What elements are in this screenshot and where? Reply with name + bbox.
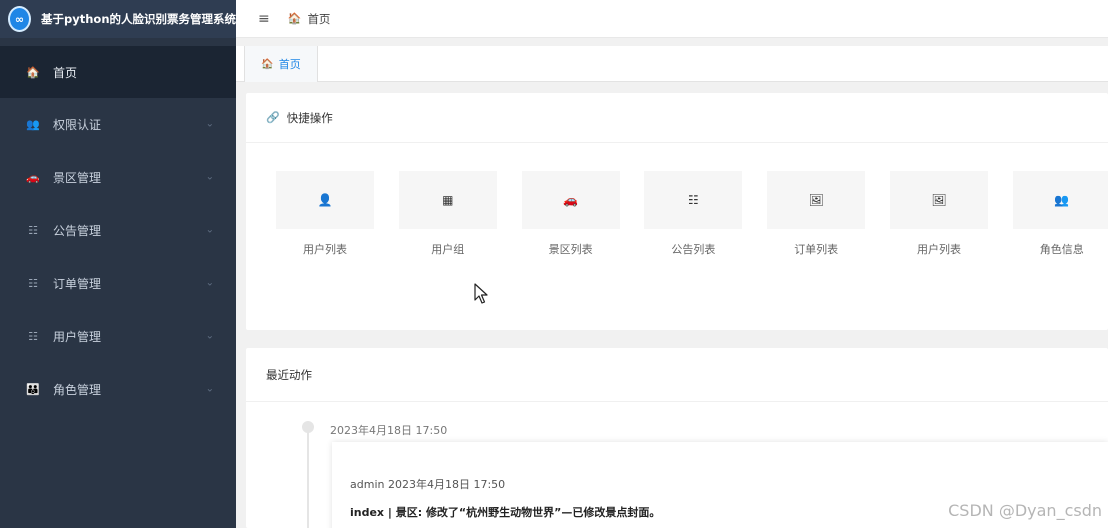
sidebar-item-auth[interactable]: 👥 权限认证 ⌄ xyxy=(0,98,236,151)
quick-action-role-info[interactable]: 👥 角色信息 xyxy=(1012,171,1108,257)
sidebar-item-label: 景区管理 xyxy=(53,171,102,185)
card-header: 🔗 快捷操作 xyxy=(246,93,1108,143)
quick-action-user-group[interactable]: ▦ 用户组 xyxy=(398,171,497,257)
table-icon: ▦ xyxy=(398,171,497,229)
sidebar-item-users[interactable]: ☷ 用户管理 ⌄ xyxy=(0,310,236,363)
sidebar-item-roles[interactable]: 👪 角色管理 ⌄ xyxy=(0,363,236,416)
list-icon: ☷ xyxy=(28,330,38,343)
quick-action-label: 用户组 xyxy=(431,243,465,256)
sidebar-item-label: 订单管理 xyxy=(53,277,102,291)
sidebar: ∞ 基于python的人脸识别票务管理系统 🏠 首页 👥 权限认证 ⌄ 🚗 景区… xyxy=(0,0,236,528)
card-title: 最近动作 xyxy=(266,367,312,382)
sidebar-item-notice[interactable]: ☷ 公告管理 ⌄ xyxy=(0,204,236,257)
card-header: 最近动作 xyxy=(246,348,1108,402)
chevron-down-icon: ⌄ xyxy=(205,117,214,129)
quick-action-label: 用户列表 xyxy=(303,243,347,256)
quick-action-label: 角色信息 xyxy=(1039,243,1084,256)
quick-action-user-list[interactable]: 👤 用户列表 xyxy=(276,171,374,257)
list-icon: ☷ xyxy=(28,277,38,290)
home-icon: 🏠 xyxy=(287,12,302,25)
sidebar-item-label: 用户管理 xyxy=(53,330,102,344)
home-icon: 🏠 xyxy=(26,65,40,79)
chevron-down-icon: ⌄ xyxy=(205,276,214,288)
timeline-entry-action: index | 景区: xyxy=(350,506,426,519)
image-icon: 🖼 xyxy=(767,171,866,229)
group-icon: 👪 xyxy=(26,383,40,396)
watermark: CSDN @Dyan_csdn xyxy=(948,501,1102,520)
timeline-entry-body: index | 景区: 修改了“杭州野生动物世界”—已修改景点封面。 xyxy=(350,504,660,520)
sidebar-item-label: 公告管理 xyxy=(53,224,102,238)
group-icon: 👥 xyxy=(1012,171,1108,229)
chevron-down-icon: ⌄ xyxy=(205,223,214,235)
quick-action-user-list-2[interactable]: 🖼 用户列表 xyxy=(889,171,988,257)
users-key-icon: 👥 xyxy=(26,118,40,131)
quick-actions-grid: 👤 用户列表 ▦ 用户组 🚗 景区列表 ☷ 公告列表 🖼 订单列表 🖼 用户列表… xyxy=(276,171,1108,257)
quick-action-notice-list[interactable]: ☷ 公告列表 xyxy=(644,171,743,257)
mouse-cursor-icon xyxy=(474,283,488,304)
sidebar-item-scenic[interactable]: 🚗 景区管理 ⌄ xyxy=(0,151,236,204)
timeline-dot xyxy=(302,421,314,433)
sidebar-item-label: 角色管理 xyxy=(53,383,102,397)
image-icon: 🖼 xyxy=(889,171,988,229)
link-icon: 🔗 xyxy=(266,111,280,124)
car-icon: 🚗 xyxy=(521,171,620,229)
logo-icon: ∞ xyxy=(8,6,31,32)
home-icon: 🏠 xyxy=(261,58,274,70)
card-title: 快捷操作 xyxy=(286,110,333,125)
quick-action-scenic-list[interactable]: 🚗 景区列表 xyxy=(521,171,620,257)
user-icon: 👤 xyxy=(276,171,374,229)
timeline-entry-detail: 修改了“杭州野生动物世界”—已修改景点封面。 xyxy=(425,506,661,519)
topbar: ≡ 🏠 首页 xyxy=(236,0,1108,38)
brand[interactable]: ∞ 基于python的人脸识别票务管理系统 xyxy=(0,0,236,38)
quick-action-label: 公告列表 xyxy=(671,243,716,256)
breadcrumb-home[interactable]: 🏠 首页 xyxy=(288,11,331,27)
chevron-down-icon: ⌄ xyxy=(205,382,214,394)
breadcrumb-label: 首页 xyxy=(307,11,331,26)
sidebar-item-label: 首页 xyxy=(53,65,78,80)
quick-action-order-list[interactable]: 🖼 订单列表 xyxy=(767,171,866,257)
quick-action-label: 订单列表 xyxy=(794,243,839,256)
tabs-bar: 🏠 首页 xyxy=(236,46,1108,82)
sidebar-item-orders[interactable]: ☷ 订单管理 ⌄ xyxy=(0,257,236,310)
car-icon: 🚗 xyxy=(26,171,40,184)
tab-label: 首页 xyxy=(278,58,301,71)
timeline-line xyxy=(307,426,309,528)
timeline-entry-header: admin 2023年4月18日 17:50 xyxy=(350,478,506,491)
tab-home[interactable]: 🏠 首页 xyxy=(244,46,318,82)
list-icon: ☷ xyxy=(644,171,743,229)
quick-action-label: 用户列表 xyxy=(916,243,961,256)
list-icon: ☷ xyxy=(28,224,38,237)
app-title: 基于python的人脸识别票务管理系统 xyxy=(41,12,236,26)
quick-actions-card: 🔗 快捷操作 👤 用户列表 ▦ 用户组 🚗 景区列表 ☷ 公告列表 🖼 订单列表… xyxy=(246,93,1108,330)
sidebar-item-label: 权限认证 xyxy=(53,118,102,132)
sidebar-nav: 🏠 首页 👥 权限认证 ⌄ 🚗 景区管理 ⌄ ☷ 公告管理 ⌄ ☷ 订单管理 ⌄… xyxy=(0,46,236,416)
sidebar-item-home[interactable]: 🏠 首页 xyxy=(0,46,236,98)
chevron-down-icon: ⌄ xyxy=(205,170,214,182)
menu-toggle-icon[interactable]: ≡ xyxy=(258,11,270,27)
quick-action-label: 景区列表 xyxy=(548,243,593,256)
chevron-down-icon: ⌄ xyxy=(205,329,214,341)
timeline-date: 2023年4月18日 17:50 xyxy=(330,424,448,437)
